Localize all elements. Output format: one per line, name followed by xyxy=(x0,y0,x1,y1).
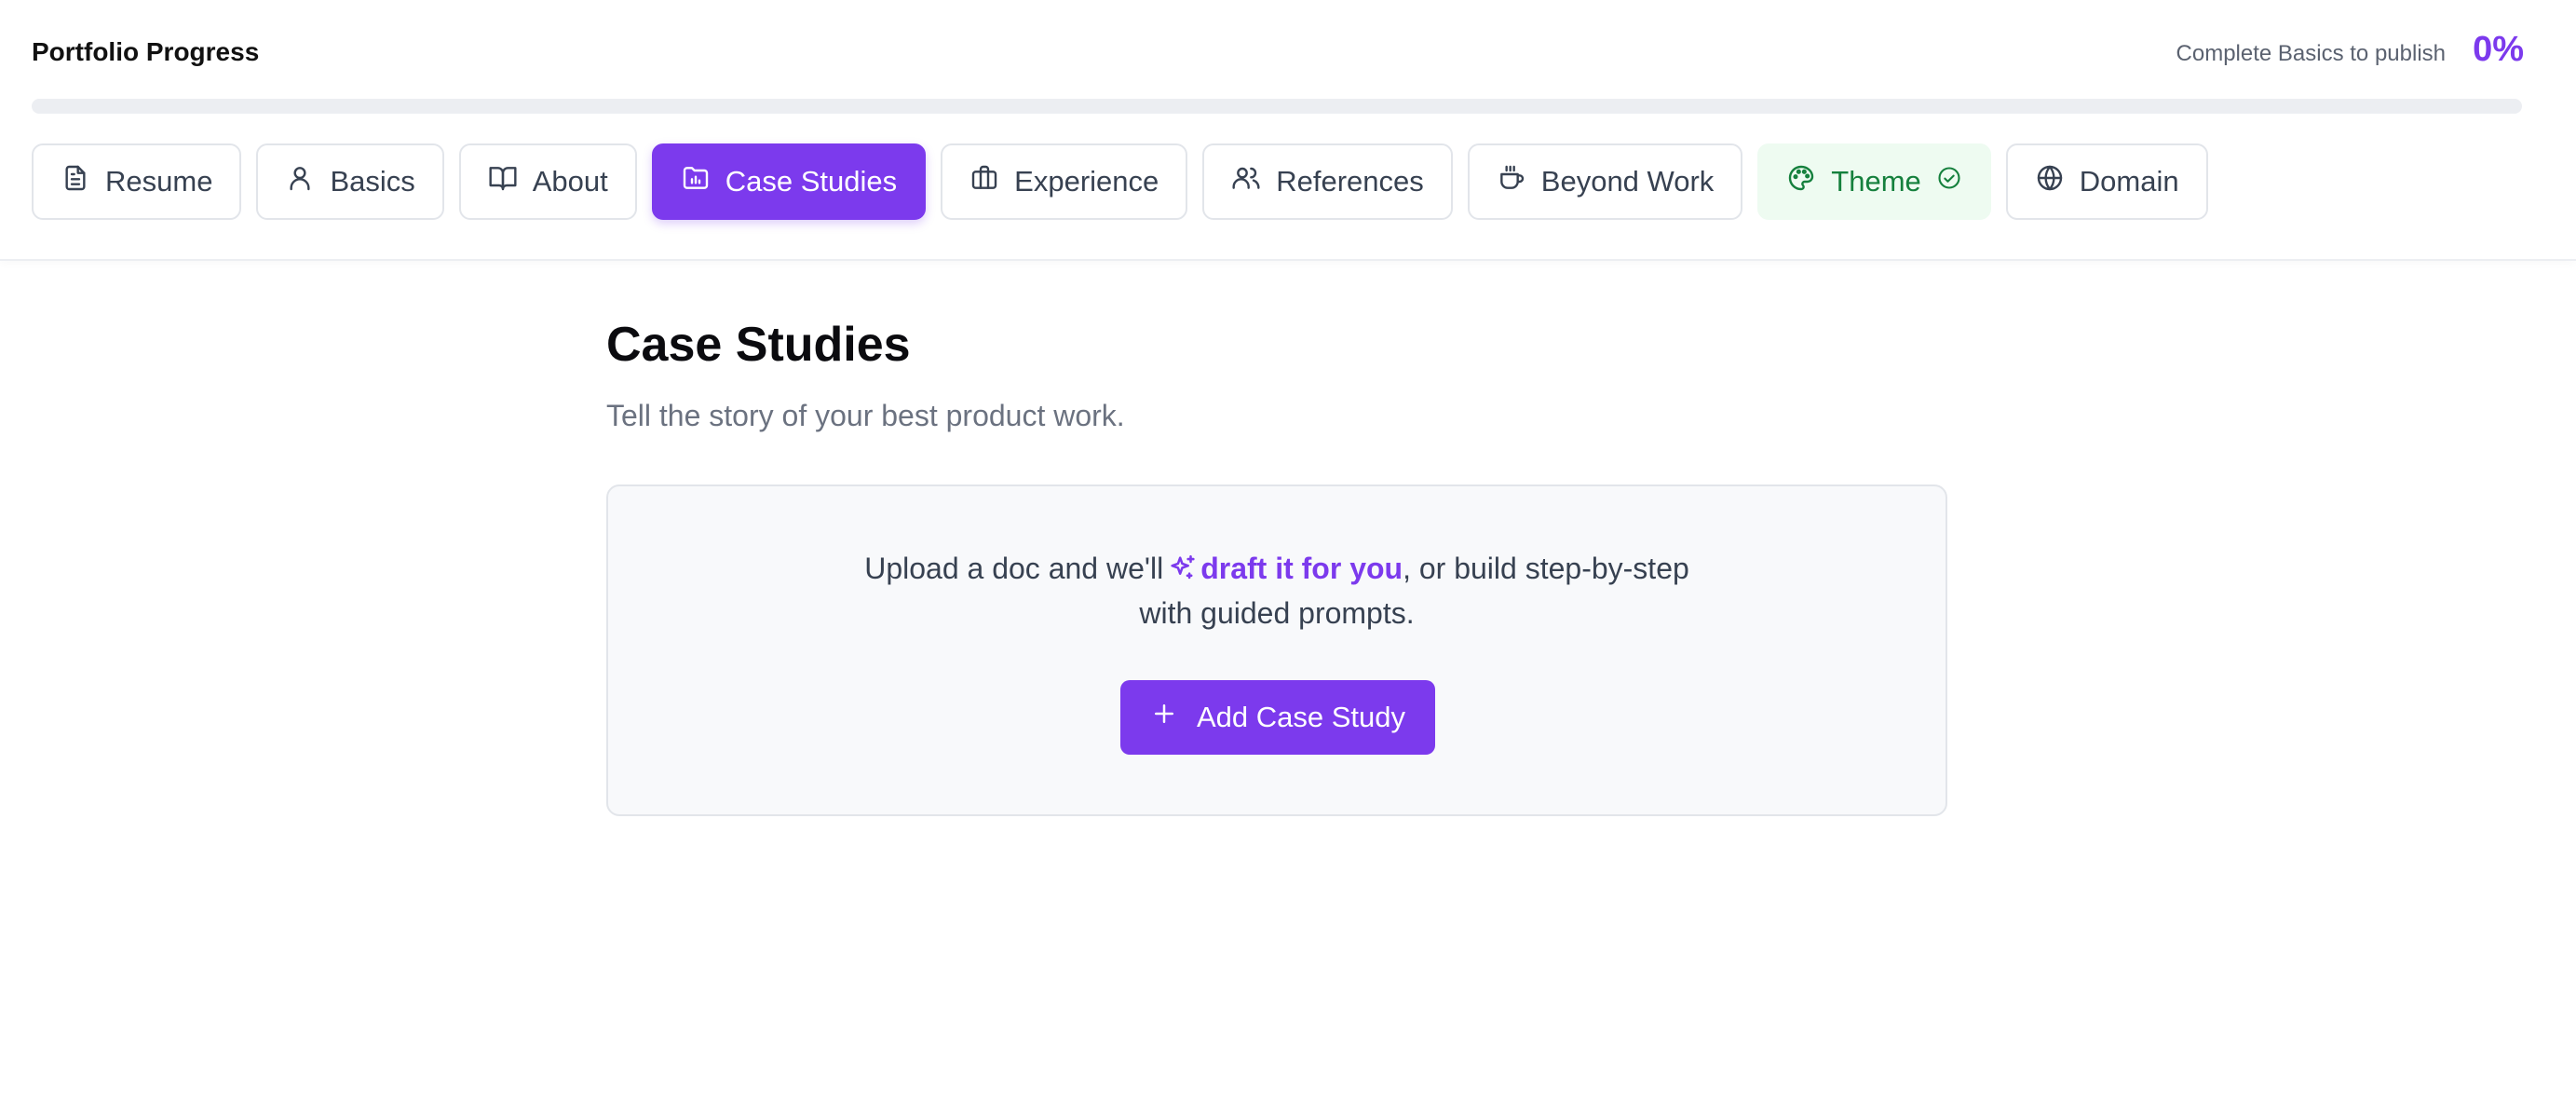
progress-bar xyxy=(32,99,2522,114)
tab-label: Case Studies xyxy=(725,165,898,198)
tab-about[interactable]: About xyxy=(458,143,637,220)
message-text-end: with guided prompts. xyxy=(1139,596,1415,630)
progress-title: Portfolio Progress xyxy=(32,37,260,66)
tab-resume[interactable]: Resume xyxy=(32,143,242,220)
tab-domain[interactable]: Domain xyxy=(2005,143,2208,220)
message-text-start: Upload a doc and we'll xyxy=(864,552,1164,585)
add-case-study-button[interactable]: Add Case Study xyxy=(1120,680,1435,755)
sparkles-icon xyxy=(1163,552,1200,585)
tab-label: Experience xyxy=(1014,165,1159,198)
tab-label: Theme xyxy=(1831,165,1921,198)
case-studies-empty-state: Upload a doc and we'll draft it for you, … xyxy=(606,484,1947,816)
publish-hint: Complete Basics to publish xyxy=(2176,41,2446,66)
open-book-icon xyxy=(488,163,518,200)
draft-highlight-text: draft it for you xyxy=(1200,552,1403,585)
tab-label: References xyxy=(1276,165,1424,198)
tab-case-studies[interactable]: Case Studies xyxy=(651,143,927,220)
coffee-icon xyxy=(1497,163,1526,200)
tab-basics[interactable]: Basics xyxy=(256,143,444,220)
tab-label: About xyxy=(532,165,608,198)
users-icon xyxy=(1231,163,1261,200)
tab-experience[interactable]: Experience xyxy=(941,143,1188,220)
tab-label: Resume xyxy=(105,165,213,198)
progress-percentage: 0% xyxy=(2473,30,2524,69)
empty-state-message: Upload a doc and we'll draft it for you, … xyxy=(608,546,1946,635)
page-subtitle: Tell the story of your best product work… xyxy=(606,399,1125,432)
message-text-middle: , or build step-by-step xyxy=(1403,552,1689,585)
portfolio-header: Portfolio Progress Complete Basics to pu… xyxy=(0,0,2576,261)
add-case-study-label: Add Case Study xyxy=(1196,701,1406,733)
tab-label: Beyond Work xyxy=(1540,165,1715,198)
palette-icon xyxy=(1786,163,1816,200)
section-tabs: Resume Basics About Case Studies Experie… xyxy=(32,143,2208,220)
check-circle-icon xyxy=(1936,165,1962,198)
tab-label: Basics xyxy=(330,165,415,198)
plus-icon xyxy=(1150,700,1178,735)
briefcase-icon xyxy=(969,163,999,200)
tab-references[interactable]: References xyxy=(1202,143,1453,220)
tab-beyond-work[interactable]: Beyond Work xyxy=(1467,143,1743,220)
tab-theme[interactable]: Theme xyxy=(1757,143,1991,220)
folder-chart-icon xyxy=(681,163,711,200)
page-title: Case Studies xyxy=(606,318,911,372)
tab-label: Domain xyxy=(2079,165,2179,198)
document-icon xyxy=(61,163,90,200)
globe-icon xyxy=(2035,163,2065,200)
user-icon xyxy=(285,163,315,200)
